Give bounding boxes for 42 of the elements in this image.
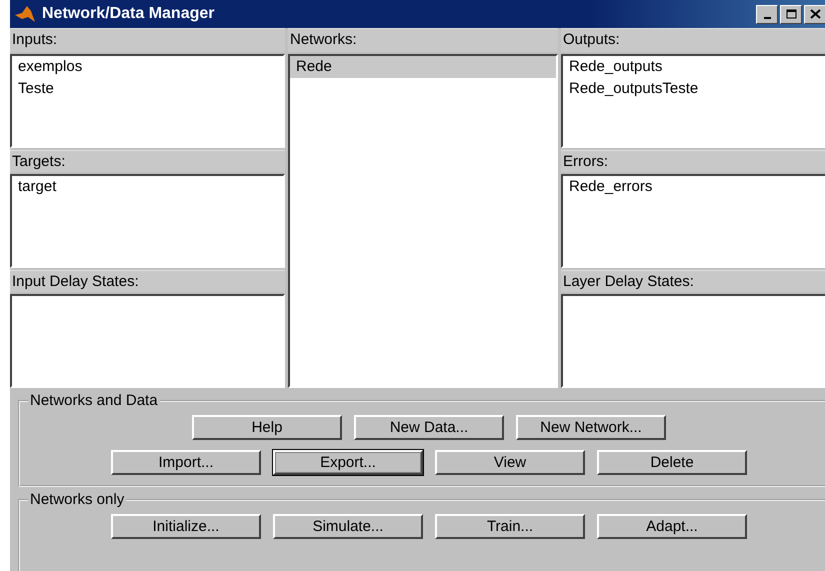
list-item[interactable]: exemplos xyxy=(12,56,283,78)
action-button[interactable]: Simulate... xyxy=(273,514,423,539)
list-item[interactable]: Rede_outputsTeste xyxy=(563,78,825,100)
action-button[interactable]: Help xyxy=(192,415,342,440)
list-box[interactable] xyxy=(561,294,825,388)
list-box[interactable]: Rede xyxy=(288,54,558,388)
window-title: Network/Data Manager xyxy=(42,5,216,23)
panel-label: Networks: xyxy=(288,28,558,52)
list-box[interactable]: Rede_errors xyxy=(561,174,825,268)
group-title: Networks only xyxy=(29,491,126,508)
list-box[interactable] xyxy=(10,294,285,388)
panel-label: Input Delay States: xyxy=(10,270,285,292)
action-button[interactable]: Import... xyxy=(111,450,261,475)
panel-label: Layer Delay States: xyxy=(561,270,825,292)
panel-label: Targets: xyxy=(10,150,285,172)
panel-label: Outputs: xyxy=(561,28,825,52)
maximize-button[interactable] xyxy=(780,4,802,24)
action-button[interactable]: New Data... xyxy=(354,415,504,440)
action-button[interactable]: Delete xyxy=(597,450,747,475)
action-button[interactable]: Initialize... xyxy=(111,514,261,539)
action-button[interactable]: Adapt... xyxy=(597,514,747,539)
app-icon xyxy=(14,5,36,23)
minimize-button[interactable] xyxy=(756,4,778,24)
panel-label: Errors: xyxy=(561,150,825,172)
action-button[interactable]: Export... xyxy=(273,450,423,475)
maximize-icon xyxy=(786,9,796,19)
close-icon xyxy=(810,9,820,19)
list-item[interactable]: target xyxy=(12,176,283,198)
list-box[interactable]: Rede_outputs Rede_outputsTeste xyxy=(561,54,825,148)
list-item[interactable]: Rede_errors xyxy=(563,176,825,198)
list-item[interactable]: Teste xyxy=(12,78,283,100)
action-button[interactable]: Train... xyxy=(435,514,585,539)
action-button[interactable]: New Network... xyxy=(516,415,666,440)
list-box[interactable]: target xyxy=(10,174,285,268)
list-item[interactable]: Rede xyxy=(290,56,556,78)
close-button[interactable] xyxy=(804,4,825,24)
group-title: Networks and Data xyxy=(29,392,159,409)
list-box[interactable]: exemplos Teste xyxy=(10,54,285,148)
list-item[interactable]: Rede_outputs xyxy=(563,56,825,78)
panel-label: Inputs: xyxy=(10,28,285,52)
minimize-icon xyxy=(764,17,770,19)
action-button[interactable]: View xyxy=(435,450,585,475)
